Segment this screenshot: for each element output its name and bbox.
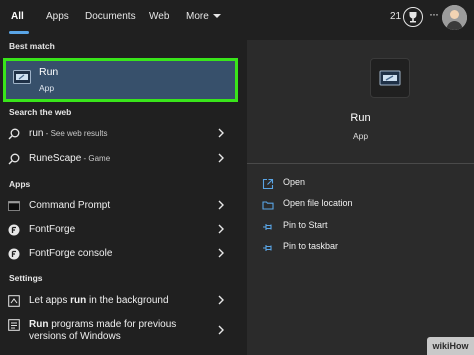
pin-icon [263,224,272,230]
command-prompt-icon [8,201,20,211]
action-label: Open file location [283,198,353,208]
search-tab-bar: All Apps Documents Web More 21 ··· [0,0,474,36]
action-label: Pin to taskbar [283,241,339,251]
chevron-right-icon [218,295,224,305]
settings-list-icon [8,319,20,331]
app-command-prompt[interactable]: Command Prompt [0,195,238,217]
run-app-large-icon [370,58,410,98]
preview-divider [247,163,474,164]
best-match-title: Run [39,66,59,78]
chevron-down-icon [212,14,221,18]
chevron-right-icon [218,153,224,163]
chevron-right-icon [218,248,224,258]
best-match-heading: Best match [9,41,55,51]
preview-title: Run [350,112,371,124]
preview-subtitle: App [352,131,369,141]
tab-apps[interactable]: Apps [46,0,69,36]
web-result-run[interactable]: run - See web results [0,123,238,145]
rewards-points: 21 [390,11,402,22]
search-icon [8,128,20,140]
setting-text-pre: Let apps [29,295,71,306]
best-match-run[interactable]: Run App [3,58,238,102]
more-options-icon[interactable]: ··· [429,7,439,21]
tab-more-label: More [186,11,209,22]
web-result-query: RuneScape [29,153,82,164]
pin-icon [263,245,272,251]
settings-list-icon [8,295,20,307]
apps-heading: Apps [9,179,31,189]
rewards-trophy-icon[interactable] [403,7,423,27]
user-avatar[interactable] [442,5,467,30]
fontforge-icon [8,224,20,236]
setting-background-apps[interactable]: Let apps run in the background [0,290,238,312]
search-web-heading: Search the web [9,107,72,117]
chevron-right-icon [218,200,224,210]
action-label: Open [283,177,306,187]
action-label: Pin to Start [283,220,328,230]
setting-text-post: in the background [86,295,169,306]
chevron-right-icon [218,128,224,138]
best-match-subtitle: App [39,83,55,93]
app-fontforge[interactable]: FontForge [0,219,238,241]
setting-text-post: programs made for previous versions of W… [29,319,177,342]
app-label: Command Prompt [29,200,111,211]
chevron-right-icon [218,224,224,234]
tab-more[interactable]: More [186,0,221,36]
web-result-suffix: - Game [81,154,111,163]
fontforge-icon [8,248,20,260]
folder-icon [262,201,274,210]
settings-heading: Settings [9,273,43,283]
setting-text-bold: run [70,295,87,306]
web-result-suffix: - See web results [43,129,108,138]
setting-text-bold: Run [29,319,49,330]
preview-pane [247,40,474,355]
open-icon [262,178,274,190]
app-label: FontForge console [29,248,113,259]
chevron-right-icon [218,325,224,335]
tab-documents[interactable]: Documents [85,0,136,36]
tab-web[interactable]: Web [149,0,169,36]
app-fontforge-console[interactable]: FontForge console [0,243,238,265]
wikihow-watermark: wikiHow [427,337,474,355]
web-result-runescape[interactable]: RuneScape - Game [0,148,238,170]
run-app-icon [13,70,31,84]
search-icon [8,153,20,165]
app-label: FontForge [29,224,76,235]
active-tab-indicator [9,31,29,34]
web-result-query: run [29,128,44,139]
setting-compatibility[interactable]: Run programs made for previous versions … [0,314,238,348]
